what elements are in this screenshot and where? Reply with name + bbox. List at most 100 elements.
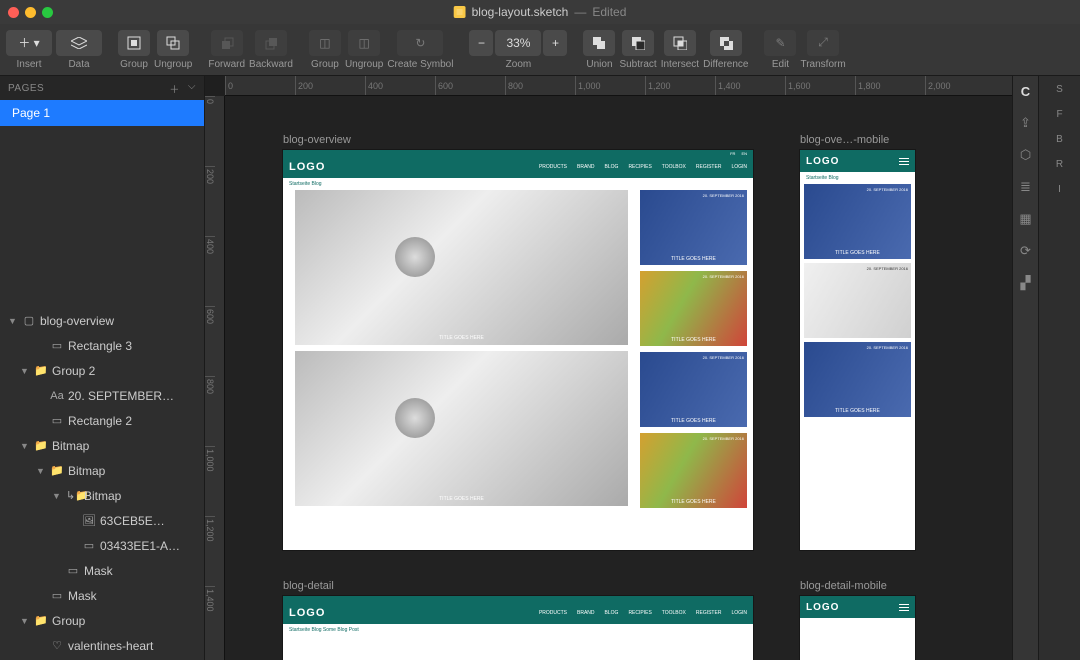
layers-icon	[71, 37, 87, 49]
layer-row[interactable]: ♡valentines-heart	[0, 633, 204, 658]
layer-row[interactable]: ▭03433EE1-A…	[0, 533, 204, 558]
subtract-icon	[631, 36, 645, 50]
artboard-label-mobile[interactable]: blog-ove…-mobile	[800, 134, 889, 146]
zoom-in-button[interactable]: +	[543, 30, 567, 56]
layer-row[interactable]: 🖼63CEB5E…	[0, 508, 204, 533]
inspector-row: F	[1056, 109, 1062, 120]
hamburger-icon	[899, 604, 909, 611]
ungroup2-label: Ungroup	[345, 59, 383, 70]
settings-icon[interactable]: ⬡	[1017, 146, 1035, 164]
difference-button[interactable]	[710, 30, 742, 56]
dash: —	[574, 5, 586, 19]
group2-button[interactable]: ◫	[309, 30, 341, 56]
ungroup2-button[interactable]: ◫	[348, 30, 380, 56]
export-icon[interactable]: ⇪	[1017, 114, 1035, 132]
artboard-label-detail-mobile[interactable]: blog-detail-mobile	[800, 580, 887, 592]
insert-button[interactable]: ＋ ▾	[6, 30, 52, 56]
layer-row[interactable]: ▼↳📁Bitmap	[0, 483, 204, 508]
inspector-row: B	[1056, 134, 1063, 145]
mock-logo: LOGO	[289, 161, 325, 173]
align-icon[interactable]: ≣	[1017, 178, 1035, 196]
subtract-button[interactable]	[622, 30, 654, 56]
title-bar: blog-layout.sketch — Edited	[0, 0, 1080, 24]
page-item[interactable]: Page 1	[0, 100, 204, 126]
inspector: S F B R I	[1038, 76, 1080, 660]
union-button[interactable]	[583, 30, 615, 56]
artboard-label-detail[interactable]: blog-detail	[283, 580, 334, 592]
subtract-label: Subtract	[619, 59, 656, 70]
canvas-area: 02004006008001,0001,2001,4001,6001,8002,…	[205, 76, 1012, 660]
mock-tile: 20. SEPTEMBER 2016TITLE GOES HERE	[640, 352, 747, 427]
layer-row[interactable]: ▭Rectangle 3	[0, 333, 204, 358]
zoom-value[interactable]: 33%	[495, 30, 541, 56]
intersect-icon	[673, 36, 687, 50]
zoom-out-button[interactable]: −	[469, 30, 493, 56]
artboard-mobile[interactable]: LOGO Startseite Blog 20. SEPTEMBER 2016T…	[800, 150, 915, 550]
pages-title: PAGES	[8, 83, 44, 94]
layer-row[interactable]: ▭Mask	[0, 583, 204, 608]
layer-row[interactable]: ▭Rectangle 2	[0, 408, 204, 433]
create-symbol-button[interactable]: ↻	[397, 30, 443, 56]
mock-tile: 20. SEPTEMBER 2016	[804, 263, 911, 338]
group2-label: Group	[311, 59, 339, 70]
mock-breadcrumb: Startseite Blog Some Blog Post	[283, 624, 753, 636]
mock-header: LOGO PRODUCTSBRANDBLOGRECIPIESTOOLBOXREG…	[283, 602, 753, 624]
backward-label: Backward	[249, 59, 293, 70]
filename: blog-layout.sketch	[472, 5, 569, 19]
intersect-button[interactable]	[664, 30, 696, 56]
forward-button[interactable]	[211, 30, 243, 56]
tab-c-icon[interactable]: C	[1017, 82, 1035, 100]
intersect-label: Intersect	[661, 59, 699, 70]
artboard-overview[interactable]: FREN LOGO PRODUCTSBRANDBLOGRECIPIESTOOLB…	[283, 150, 753, 550]
mock-mobile-header: LOGO	[800, 596, 915, 618]
artboard-label-overview[interactable]: blog-overview	[283, 134, 351, 146]
distribute-icon[interactable]: ▦	[1017, 210, 1035, 228]
forward-label: Forward	[208, 59, 245, 70]
layer-row[interactable]: ▼📁Group 2	[0, 358, 204, 383]
group-icon	[127, 36, 141, 50]
artboard-detail[interactable]: LOGO PRODUCTSBRANDBLOGRECIPIESTOOLBOXREG…	[283, 596, 753, 660]
forward-icon	[220, 36, 234, 50]
mock-logo: LOGO	[806, 156, 839, 167]
right-tab-strip: C ⇪ ⬡ ≣ ▦ ⟳ ▞	[1012, 76, 1038, 660]
group-label: Group	[120, 59, 148, 70]
layer-row[interactable]: ▭Mask	[0, 558, 204, 583]
ungroup-label: Ungroup	[154, 59, 192, 70]
mock-breadcrumb: Startseite Blog	[800, 172, 915, 184]
inspector-row: I	[1058, 184, 1061, 195]
layer-row[interactable]: ▼📁Bitmap	[0, 458, 204, 483]
layer-row[interactable]: ▼📁Bitmap	[0, 433, 204, 458]
layer-row[interactable]: Aa20. SEPTEMBER…	[0, 383, 204, 408]
edit-button[interactable]: ✎	[764, 30, 796, 56]
mock-hero: TITLE GOES HERE	[295, 351, 628, 506]
group-button[interactable]	[118, 30, 150, 56]
difference-icon	[719, 36, 733, 50]
layer-row[interactable]: ▼📁Group	[0, 608, 204, 633]
transform-icon[interactable]: ⟳	[1017, 242, 1035, 260]
mock-nav: PRODUCTSBRANDBLOGRECIPIESTOOLBOXREGISTER…	[539, 610, 747, 616]
mock-breadcrumb: Startseite Blog	[283, 178, 753, 190]
add-page-button[interactable]: ＋	[169, 81, 180, 96]
minimize-window-button[interactable]	[25, 7, 36, 18]
close-window-button[interactable]	[8, 7, 19, 18]
zoom-window-button[interactable]	[42, 7, 53, 18]
ruler-horizontal: 02004006008001,0001,2001,4001,6001,8002,…	[225, 76, 1012, 96]
image-icon[interactable]: ▞	[1017, 274, 1035, 292]
backward-button[interactable]	[255, 30, 287, 56]
mock-tile: 20. SEPTEMBER 2016TITLE GOES HERE	[804, 184, 911, 259]
pages-header: PAGES ＋ ⌵	[0, 76, 204, 100]
layer-list: ▼▢blog-overview▭Rectangle 3▼📁Group 2Aa20…	[0, 306, 204, 660]
transform-button[interactable]: ⤢	[807, 30, 839, 56]
artboard-detail-mobile[interactable]: LOGO	[800, 596, 915, 660]
transform-label: Transform	[800, 59, 845, 70]
backward-icon	[264, 36, 278, 50]
layer-row[interactable]: ▼▢blog-overview	[0, 308, 204, 333]
collapse-pages-button[interactable]: ⌵	[188, 81, 196, 96]
data-button[interactable]	[56, 30, 102, 56]
canvas[interactable]: blog-overview FREN LOGO PRODUCTSBRANDBLO…	[225, 96, 1012, 660]
mock-mobile-header: LOGO	[800, 150, 915, 172]
zoom-label: Zoom	[506, 59, 532, 70]
edited-status: Edited	[592, 5, 626, 19]
ungroup-button[interactable]	[157, 30, 189, 56]
document-icon	[454, 6, 466, 18]
